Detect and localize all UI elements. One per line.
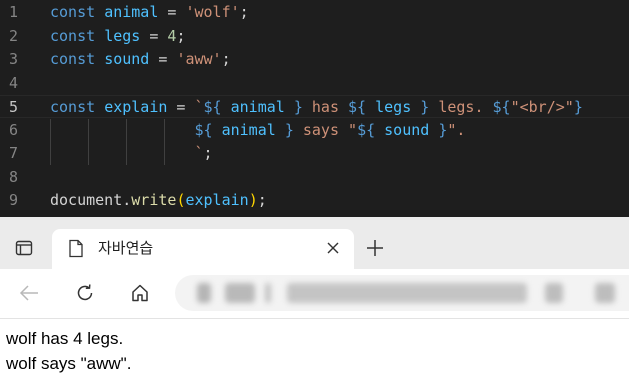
line-number: 9: [8, 191, 18, 209]
code-token: =: [149, 50, 177, 68]
code-token: }: [573, 98, 583, 116]
code-text: document.write(explain);: [50, 189, 267, 212]
line-number: 8: [8, 167, 18, 186]
code-token: 'wolf': [185, 3, 240, 21]
code-token: const: [50, 3, 105, 21]
plus-icon[interactable]: [366, 239, 384, 257]
tab-title: 자바연습: [98, 239, 154, 257]
back-arrow-icon[interactable]: [19, 284, 39, 302]
code-token: legs.: [429, 98, 493, 116]
code-text: const legs = 4;: [50, 25, 185, 48]
code-text: const sound = 'aww';: [50, 48, 231, 71]
code-text: ${ animal } says "${ sound }".: [50, 119, 466, 142]
code-line[interactable]: 9 document.write(explain);: [0, 189, 629, 212]
code-token: ;: [176, 26, 186, 45]
code-token: sound: [104, 50, 150, 68]
code-token: ${: [492, 98, 511, 116]
code-token: const: [50, 98, 105, 116]
code-line[interactable]: 1 const animal = 'wolf';: [0, 1, 629, 24]
code-token: legs: [366, 98, 421, 116]
code-line[interactable]: 3 const sound = 'aww';: [0, 48, 629, 71]
line-number: 1: [8, 3, 18, 21]
home-icon[interactable]: [130, 283, 150, 303]
line-number: 4: [8, 73, 18, 92]
code-token: says ": [293, 120, 358, 139]
code-token: ${: [348, 98, 367, 116]
code-token: animal: [104, 3, 159, 21]
code-text: const animal = 'wolf';: [50, 1, 249, 24]
code-token: =: [167, 98, 195, 116]
code-line[interactable]: 5 const explain = `${ animal } has ${ leg…: [0, 95, 629, 118]
code-token: ;: [239, 3, 249, 21]
line-number: 7: [8, 144, 18, 162]
code-line[interactable]: 2 const legs = 4;: [0, 25, 629, 48]
page-icon: [69, 239, 83, 258]
code-token: ${: [194, 120, 213, 139]
line-number: 5: [8, 98, 18, 116]
code-token: explain: [185, 191, 249, 209]
code-token: .: [122, 191, 132, 209]
output-line: wolf has 4 legs.: [6, 329, 124, 348]
code-line[interactable]: 4: [0, 72, 629, 95]
code-line[interactable]: 6 ${ animal } says "${ sound }".: [0, 118, 629, 142]
line-number: 6: [8, 120, 18, 139]
code-text: `;: [50, 142, 213, 165]
line-number: 2: [8, 26, 18, 45]
code-token: ;: [203, 144, 213, 162]
code-token: 'aww': [176, 50, 222, 68]
code-token: =: [140, 26, 168, 45]
address-bar[interactable]: [175, 275, 629, 311]
code-line[interactable]: 8: [0, 166, 629, 189]
code-token: sound: [375, 120, 439, 139]
code-token: has: [302, 98, 349, 116]
code-token: document: [50, 191, 123, 209]
code-token: }: [293, 98, 303, 116]
code-token: =: [158, 3, 186, 21]
code-token: ): [248, 191, 258, 209]
code-token: animal: [221, 98, 294, 116]
refresh-icon[interactable]: [75, 283, 95, 303]
tab-strip: 자바연습: [0, 217, 629, 269]
code-token: const: [50, 50, 105, 68]
code-token: write: [131, 191, 177, 209]
code-token: legs: [104, 26, 141, 45]
code-token: ".: [447, 120, 466, 139]
tab-actions-icon[interactable]: [15, 239, 33, 257]
code-token: ${: [203, 98, 222, 116]
code-token: `: [194, 98, 204, 116]
close-icon[interactable]: [326, 241, 340, 255]
tab-active[interactable]: 자바연습: [52, 229, 354, 269]
code-token: }: [420, 98, 430, 116]
code-token: `: [194, 144, 204, 162]
line-number: 3: [8, 50, 18, 68]
code-token: }: [284, 120, 294, 139]
code-line[interactable]: 7 `;: [0, 142, 629, 165]
page-content: wolf has 4 legs. wolf says "aww".: [0, 319, 629, 390]
code-text: const explain = `${ animal } has ${ legs…: [50, 96, 583, 119]
code-token: animal: [212, 120, 285, 139]
code-token: "<br/>": [510, 98, 574, 116]
output-line: wolf says "aww".: [6, 354, 132, 373]
code-token: explain: [104, 98, 168, 116]
code-token: const: [50, 26, 105, 45]
code-token: ;: [221, 50, 231, 68]
code-editor[interactable]: 1 const animal = 'wolf'; 2 const legs = 4; 3…: [0, 0, 629, 217]
browser-toolbar: [0, 269, 629, 319]
code-token: ${: [357, 120, 376, 139]
code-token: ;: [257, 191, 267, 209]
browser-window: 자바연습 wolf has 4 legs. wolf says "aww".: [0, 217, 629, 390]
